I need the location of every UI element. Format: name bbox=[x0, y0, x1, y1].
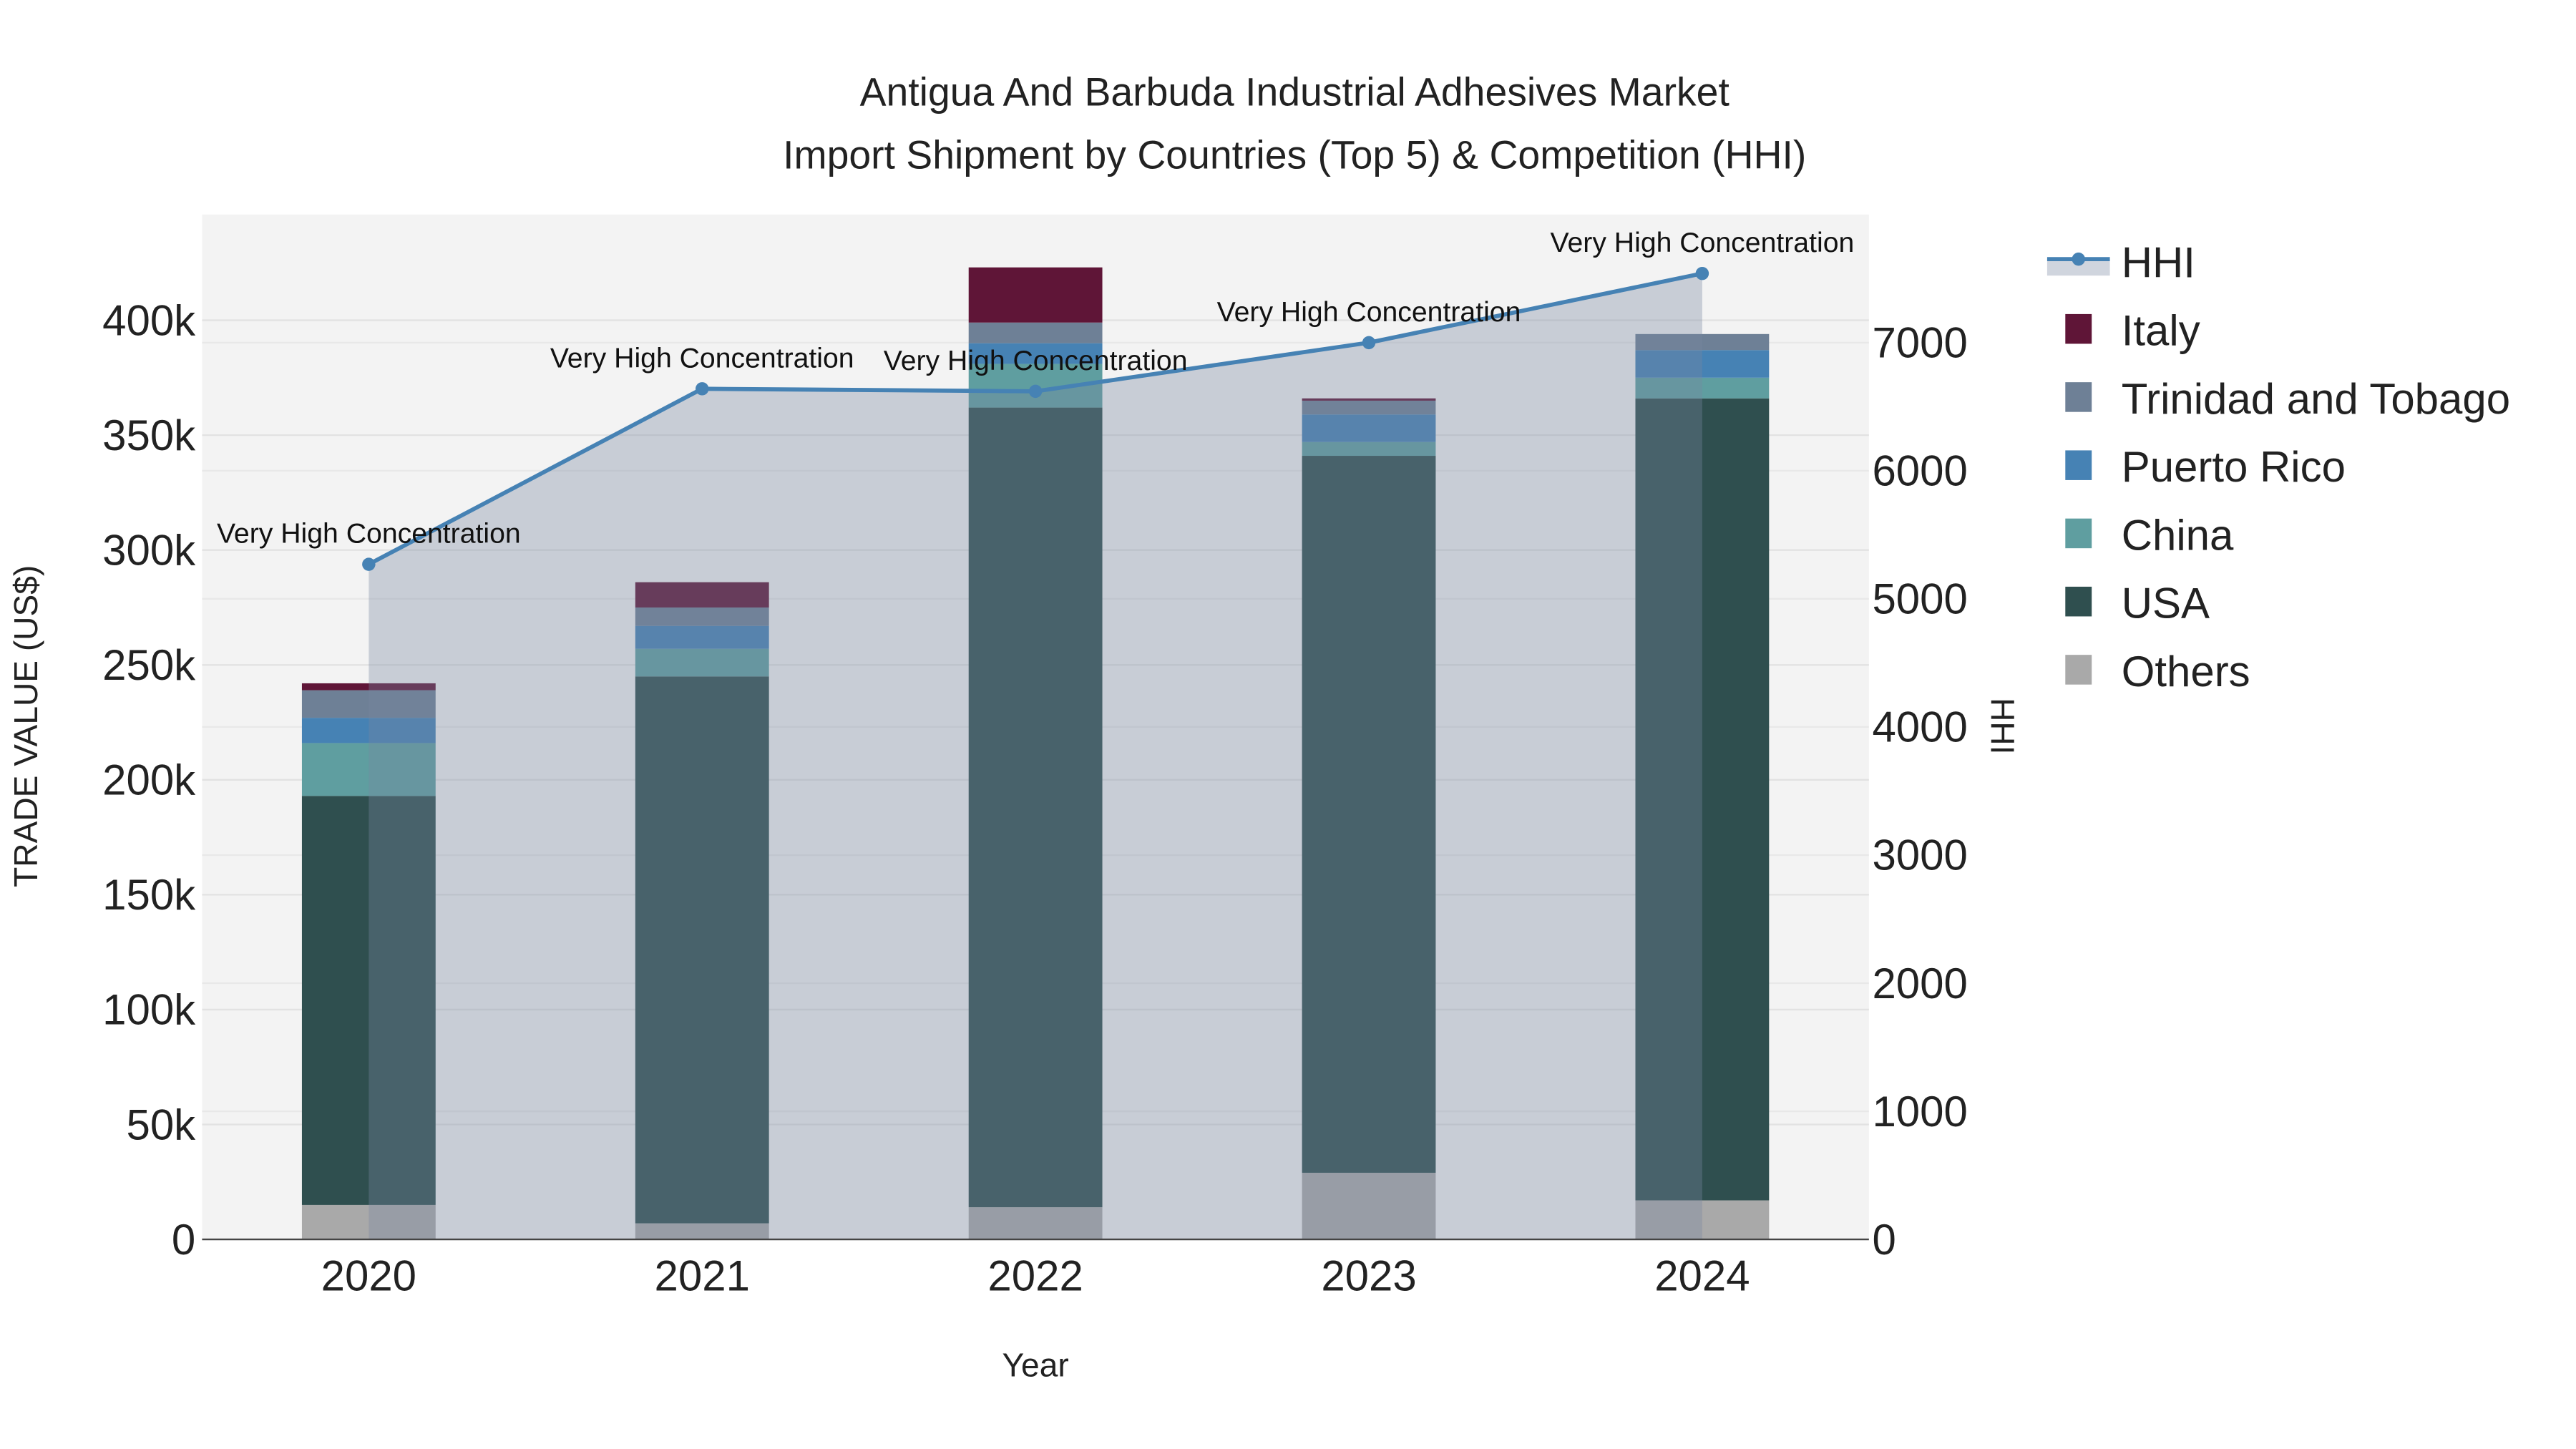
y2-tick-label: 1000 bbox=[1872, 1088, 1967, 1136]
hhi-point-2024 bbox=[1695, 266, 1709, 280]
chart: Antigua And Barbuda Industrial Adhesives… bbox=[7, 70, 2510, 1384]
legend-swatch bbox=[2065, 655, 2092, 685]
y-axis-ticks: 0 50k 100k 150k 200k 250k 300k 350k 400k bbox=[102, 296, 196, 1264]
y-tick-label: 400k bbox=[102, 296, 196, 344]
hhi-point-2022 bbox=[1028, 384, 1043, 399]
y2-tick-label: 6000 bbox=[1872, 447, 1967, 495]
y-axis-title: TRADE VALUE (US$) bbox=[7, 565, 44, 887]
y2-axis-ticks: 0 1000 2000 3000 4000 5000 6000 7000 bbox=[1872, 319, 1967, 1264]
legend-label: Others bbox=[2122, 648, 2250, 696]
chart-title-line2: Import Shipment by Countries (Top 5) & C… bbox=[783, 132, 1806, 177]
legend-swatch bbox=[2065, 586, 2092, 617]
legend-label: Trinidad and Tobago bbox=[2122, 375, 2510, 423]
legend-label: Italy bbox=[2122, 307, 2200, 355]
hhi-annotation: Very High Concentration bbox=[1551, 228, 1855, 258]
y-tick-label: 50k bbox=[127, 1101, 197, 1148]
legend-hhi-marker bbox=[2072, 252, 2085, 266]
legend-label: Puerto Rico bbox=[2122, 443, 2346, 491]
bar-trinidad-and-tobago-2022 bbox=[968, 322, 1103, 343]
y-tick-label: 150k bbox=[102, 871, 196, 919]
legend-label: HHI bbox=[2122, 238, 2195, 286]
y-tick-label: 350k bbox=[102, 411, 196, 459]
hhi-annotation: Very High Concentration bbox=[217, 519, 521, 550]
y-tick-label: 0 bbox=[172, 1216, 195, 1264]
y2-tick-label: 4000 bbox=[1872, 703, 1967, 751]
x-tick-label: 2021 bbox=[655, 1252, 750, 1300]
y2-tick-label: 3000 bbox=[1872, 831, 1967, 879]
y2-tick-label: 5000 bbox=[1872, 575, 1967, 623]
hhi-annotation: Very High Concentration bbox=[1217, 297, 1521, 328]
y2-tick-label: 0 bbox=[1872, 1216, 1896, 1264]
y-tick-label: 200k bbox=[102, 756, 196, 804]
hhi-point-2020 bbox=[362, 557, 376, 571]
x-tick-label: 2020 bbox=[321, 1252, 416, 1300]
legend-label: China bbox=[2122, 511, 2234, 559]
legend: HHI Italy Trinidad and Tobago Puerto Rico Ch… bbox=[2046, 238, 2510, 696]
chart-title-line1: Antigua And Barbuda Industrial Adhesives… bbox=[860, 70, 1729, 114]
legend-item-others[interactable]: Others bbox=[2065, 648, 2250, 696]
legend-label: USA bbox=[2122, 580, 2210, 628]
legend-item-italy[interactable]: Italy bbox=[2065, 307, 2200, 355]
hhi-point-2023 bbox=[1362, 336, 1376, 350]
legend-item-trinidad-and-tobago[interactable]: Trinidad and Tobago bbox=[2065, 375, 2510, 423]
legend-item-usa[interactable]: USA bbox=[2065, 580, 2210, 628]
hhi-annotation: Very High Concentration bbox=[884, 346, 1188, 376]
y2-tick-label: 7000 bbox=[1872, 319, 1967, 367]
legend-swatch bbox=[2065, 518, 2092, 549]
y-tick-label: 100k bbox=[102, 986, 196, 1034]
y2-tick-label: 2000 bbox=[1872, 960, 1967, 1008]
y2-axis-title: HHI bbox=[1984, 698, 2021, 754]
hhi-annotation: Very High Concentration bbox=[550, 343, 854, 374]
legend-swatch bbox=[2065, 313, 2092, 344]
legend-item-hhi[interactable]: HHI bbox=[2046, 238, 2195, 286]
legend-item-puerto-rico[interactable]: Puerto Rico bbox=[2065, 443, 2346, 491]
y-tick-label: 250k bbox=[102, 641, 196, 689]
legend-item-china[interactable]: China bbox=[2065, 511, 2234, 559]
x-axis-title: Year bbox=[1002, 1347, 1069, 1384]
x-axis-ticks: 2020 2021 2022 2023 2024 bbox=[321, 1252, 1750, 1300]
y-tick-label: 300k bbox=[102, 526, 196, 574]
x-tick-label: 2024 bbox=[1654, 1252, 1750, 1300]
x-tick-label: 2022 bbox=[987, 1252, 1083, 1300]
legend-swatch bbox=[2065, 382, 2092, 412]
legend-swatch bbox=[2065, 450, 2092, 480]
hhi-point-2021 bbox=[696, 382, 709, 396]
x-tick-label: 2023 bbox=[1321, 1252, 1416, 1300]
bar-italy-2022 bbox=[968, 267, 1103, 323]
